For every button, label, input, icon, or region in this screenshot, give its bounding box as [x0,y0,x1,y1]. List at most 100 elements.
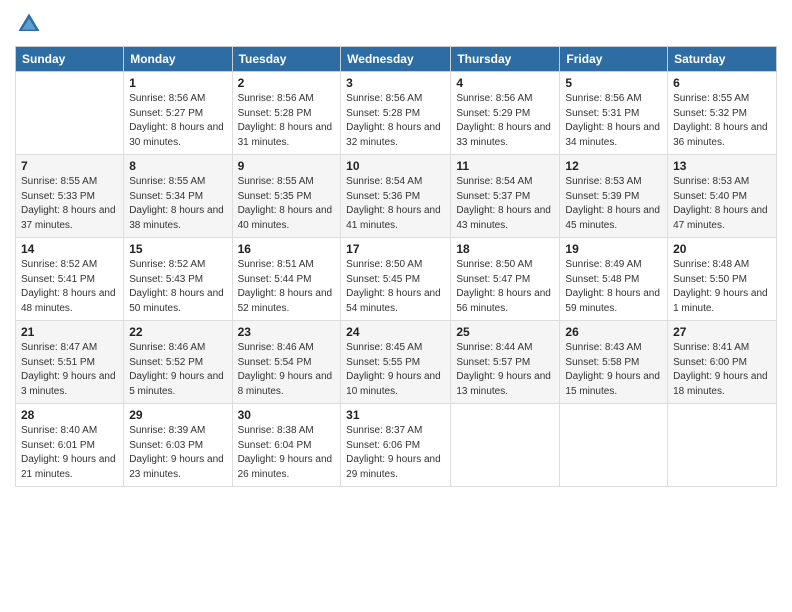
day-info: Sunrise: 8:52 AMSunset: 5:43 PMDaylight:… [129,258,226,316]
logo-icon [15,10,43,38]
column-header-saturday: Saturday [668,47,777,72]
day-number: 4 [456,76,554,90]
day-cell: 21 Sunrise: 8:47 AMSunset: 5:51 PMDayligh… [16,321,124,404]
calendar-table: SundayMondayTuesdayWednesdayThursdayFrid… [15,46,777,487]
week-row-4: 21 Sunrise: 8:47 AMSunset: 5:51 PMDayligh… [16,321,777,404]
day-number: 17 [346,242,445,256]
day-number: 15 [129,242,226,256]
day-cell: 17 Sunrise: 8:50 AMSunset: 5:45 PMDayligh… [341,238,451,321]
day-number: 14 [21,242,118,256]
column-header-tuesday: Tuesday [232,47,341,72]
day-number: 22 [129,325,226,339]
day-cell: 25Sunrise: 8:44 AMSunset: 5:57 PMDayligh… [451,321,560,404]
day-number: 10 [346,159,445,173]
day-info: Sunrise: 8:55 AMSunset: 5:33 PMDaylight:… [21,175,118,233]
day-info: Sunrise: 8:41 AMSunset: 6:00 PMDaylight:… [673,341,771,399]
day-cell [451,404,560,487]
day-number: 24 [346,325,445,339]
day-info: Sunrise: 8:49 AMSunset: 5:48 PMDaylight:… [565,258,662,316]
day-info: Sunrise: 8:46 AMSunset: 5:52 PMDaylight:… [129,341,226,399]
page: SundayMondayTuesdayWednesdayThursdayFrid… [0,0,792,612]
day-number: 12 [565,159,662,173]
day-info: Sunrise: 8:54 AMSunset: 5:37 PMDaylight:… [456,175,554,233]
day-number: 23 [238,325,336,339]
day-number: 13 [673,159,771,173]
day-cell: 9 Sunrise: 8:55 AMSunset: 5:35 PMDaylight… [232,155,341,238]
day-number: 2 [238,76,336,90]
day-number: 26 [565,325,662,339]
day-number: 18 [456,242,554,256]
day-cell: 29 Sunrise: 8:39 AMSunset: 6:03 PMDayligh… [124,404,232,487]
day-cell: 3 Sunrise: 8:56 AMSunset: 5:28 PMDaylight… [341,72,451,155]
day-info: Sunrise: 8:55 AMSunset: 5:34 PMDaylight:… [129,175,226,233]
logo [15,10,47,38]
day-cell: 28Sunrise: 8:40 AMSunset: 6:01 PMDayligh… [16,404,124,487]
column-header-friday: Friday [560,47,668,72]
column-header-monday: Monday [124,47,232,72]
day-cell: 20 Sunrise: 8:48 AMSunset: 5:50 PMDayligh… [668,238,777,321]
day-number: 1 [129,76,226,90]
week-row-1: 1 Sunrise: 8:56 AMSunset: 5:27 PMDaylight… [16,72,777,155]
day-cell: 14Sunrise: 8:52 AMSunset: 5:41 PMDayligh… [16,238,124,321]
day-cell: 31Sunrise: 8:37 AMSunset: 6:06 PMDayligh… [341,404,451,487]
day-cell: 8Sunrise: 8:55 AMSunset: 5:34 PMDaylight… [124,155,232,238]
day-cell: 11 Sunrise: 8:54 AMSunset: 5:37 PMDayligh… [451,155,560,238]
day-cell: 27 Sunrise: 8:41 AMSunset: 6:00 PMDayligh… [668,321,777,404]
day-cell: 30Sunrise: 8:38 AMSunset: 6:04 PMDayligh… [232,404,341,487]
day-info: Sunrise: 8:50 AMSunset: 5:47 PMDaylight:… [456,258,554,316]
day-info: Sunrise: 8:39 AMSunset: 6:03 PMDaylight:… [129,424,226,482]
day-cell: 26 Sunrise: 8:43 AMSunset: 5:58 PMDayligh… [560,321,668,404]
day-cell: 2 Sunrise: 8:56 AMSunset: 5:28 PMDaylight… [232,72,341,155]
day-info: Sunrise: 8:56 AMSunset: 5:28 PMDaylight:… [238,92,336,150]
day-number: 21 [21,325,118,339]
day-cell: 4 Sunrise: 8:56 AMSunset: 5:29 PMDaylight… [451,72,560,155]
day-info: Sunrise: 8:46 AMSunset: 5:54 PMDaylight:… [238,341,336,399]
day-info: Sunrise: 8:56 AMSunset: 5:27 PMDaylight:… [129,92,226,150]
day-cell [668,404,777,487]
day-info: Sunrise: 8:53 AMSunset: 5:39 PMDaylight:… [565,175,662,233]
day-info: Sunrise: 8:50 AMSunset: 5:45 PMDaylight:… [346,258,445,316]
day-cell: 22 Sunrise: 8:46 AMSunset: 5:52 PMDayligh… [124,321,232,404]
day-cell [16,72,124,155]
day-info: Sunrise: 8:56 AMSunset: 5:28 PMDaylight:… [346,92,445,150]
day-number: 20 [673,242,771,256]
day-info: Sunrise: 8:47 AMSunset: 5:51 PMDaylight:… [21,341,118,399]
day-cell: 5 Sunrise: 8:56 AMSunset: 5:31 PMDaylight… [560,72,668,155]
day-number: 25 [456,325,554,339]
day-info: Sunrise: 8:55 AMSunset: 5:35 PMDaylight:… [238,175,336,233]
day-cell: 13 Sunrise: 8:53 AMSunset: 5:40 PMDayligh… [668,155,777,238]
day-cell: 23 Sunrise: 8:46 AMSunset: 5:54 PMDayligh… [232,321,341,404]
day-info: Sunrise: 8:53 AMSunset: 5:40 PMDaylight:… [673,175,771,233]
day-cell [560,404,668,487]
day-number: 9 [238,159,336,173]
day-cell: 18 Sunrise: 8:50 AMSunset: 5:47 PMDayligh… [451,238,560,321]
day-info: Sunrise: 8:56 AMSunset: 5:31 PMDaylight:… [565,92,662,150]
day-cell: 19 Sunrise: 8:49 AMSunset: 5:48 PMDayligh… [560,238,668,321]
week-row-2: 7 Sunrise: 8:55 AMSunset: 5:33 PMDaylight… [16,155,777,238]
day-cell: 10 Sunrise: 8:54 AMSunset: 5:36 PMDayligh… [341,155,451,238]
day-number: 7 [21,159,118,173]
day-info: Sunrise: 8:43 AMSunset: 5:58 PMDaylight:… [565,341,662,399]
day-number: 16 [238,242,336,256]
day-number: 29 [129,408,226,422]
column-header-thursday: Thursday [451,47,560,72]
column-header-sunday: Sunday [16,47,124,72]
day-cell: 15 Sunrise: 8:52 AMSunset: 5:43 PMDayligh… [124,238,232,321]
day-info: Sunrise: 8:56 AMSunset: 5:29 PMDaylight:… [456,92,554,150]
day-info: Sunrise: 8:48 AMSunset: 5:50 PMDaylight:… [673,258,771,316]
column-header-wednesday: Wednesday [341,47,451,72]
week-row-3: 14Sunrise: 8:52 AMSunset: 5:41 PMDayligh… [16,238,777,321]
day-info: Sunrise: 8:51 AMSunset: 5:44 PMDaylight:… [238,258,336,316]
day-cell: 16 Sunrise: 8:51 AMSunset: 5:44 PMDayligh… [232,238,341,321]
day-info: Sunrise: 8:54 AMSunset: 5:36 PMDaylight:… [346,175,445,233]
day-info: Sunrise: 8:37 AMSunset: 6:06 PMDaylight:… [346,424,445,482]
day-info: Sunrise: 8:38 AMSunset: 6:04 PMDaylight:… [238,424,336,482]
day-number: 27 [673,325,771,339]
day-number: 5 [565,76,662,90]
day-number: 6 [673,76,771,90]
day-number: 3 [346,76,445,90]
day-number: 11 [456,159,554,173]
day-number: 28 [21,408,118,422]
day-number: 19 [565,242,662,256]
day-cell: 7 Sunrise: 8:55 AMSunset: 5:33 PMDaylight… [16,155,124,238]
